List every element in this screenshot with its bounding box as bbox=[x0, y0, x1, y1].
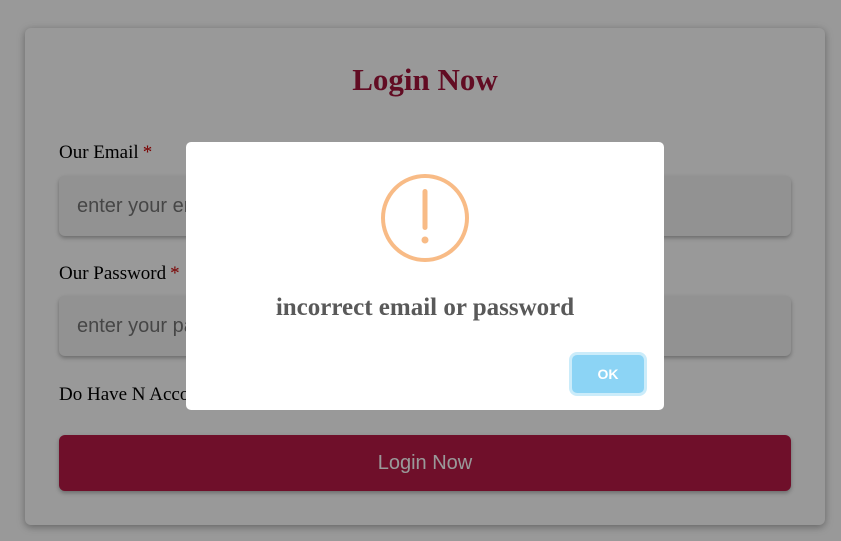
alert-message: incorrect email or password bbox=[275, 294, 575, 321]
alert-dialog: incorrect email or password OK bbox=[186, 142, 664, 410]
ok-button[interactable]: OK bbox=[572, 355, 644, 393]
warning-icon bbox=[381, 174, 469, 262]
